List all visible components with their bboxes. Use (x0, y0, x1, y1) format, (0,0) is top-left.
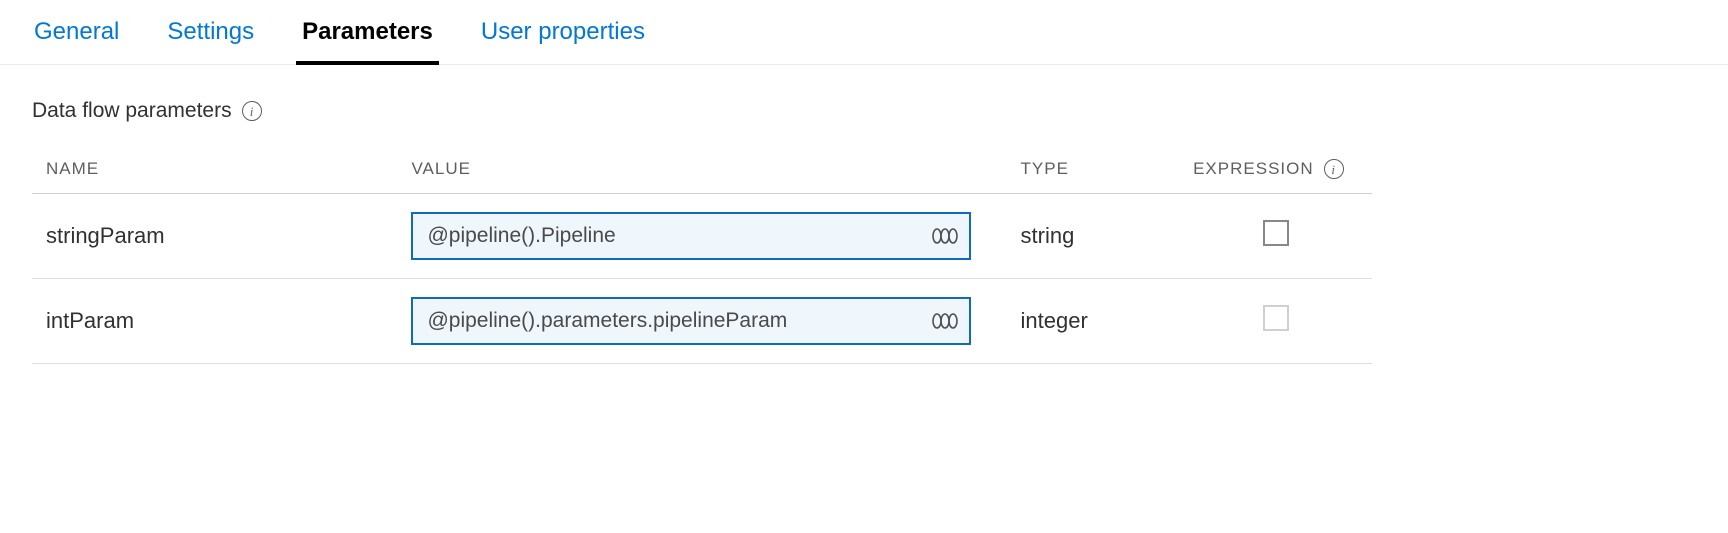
column-header-expression: EXPRESSION i (1179, 147, 1372, 194)
column-header-expression-text: EXPRESSION (1193, 159, 1314, 179)
param-value-input[interactable] (411, 212, 971, 260)
info-icon[interactable]: i (242, 101, 262, 121)
param-type-cell: string (1007, 194, 1180, 279)
parameter-row: intParam integer (32, 279, 1372, 364)
column-header-type: TYPE (1007, 147, 1180, 194)
section-title: Data flow parameters i (32, 99, 1696, 123)
param-value-wrap (411, 212, 971, 260)
parameter-row: stringParam string (32, 194, 1372, 279)
tab-user-properties[interactable]: User properties (479, 12, 647, 64)
param-name-cell: intParam (32, 279, 397, 364)
expression-checkbox[interactable] (1263, 220, 1289, 246)
parameters-section: Data flow parameters i NAME VALUE TYPE E… (0, 65, 1728, 374)
param-value-wrap (411, 297, 971, 345)
info-icon[interactable]: i (1324, 159, 1344, 179)
expression-checkbox (1263, 305, 1289, 331)
column-header-value: VALUE (397, 147, 1006, 194)
param-value-input[interactable] (411, 297, 971, 345)
parameters-table: NAME VALUE TYPE EXPRESSION i stringParam (32, 147, 1372, 364)
column-header-name: NAME (32, 147, 397, 194)
tab-general[interactable]: General (32, 12, 121, 64)
dynamic-content-icon[interactable] (931, 311, 959, 331)
section-title-text: Data flow parameters (32, 99, 232, 123)
tab-settings[interactable]: Settings (165, 12, 256, 64)
param-type-cell: integer (1007, 279, 1180, 364)
dynamic-content-icon[interactable] (931, 226, 959, 246)
tab-parameters[interactable]: Parameters (300, 12, 435, 64)
tab-bar: General Settings Parameters User propert… (0, 0, 1728, 65)
param-name-cell: stringParam (32, 194, 397, 279)
